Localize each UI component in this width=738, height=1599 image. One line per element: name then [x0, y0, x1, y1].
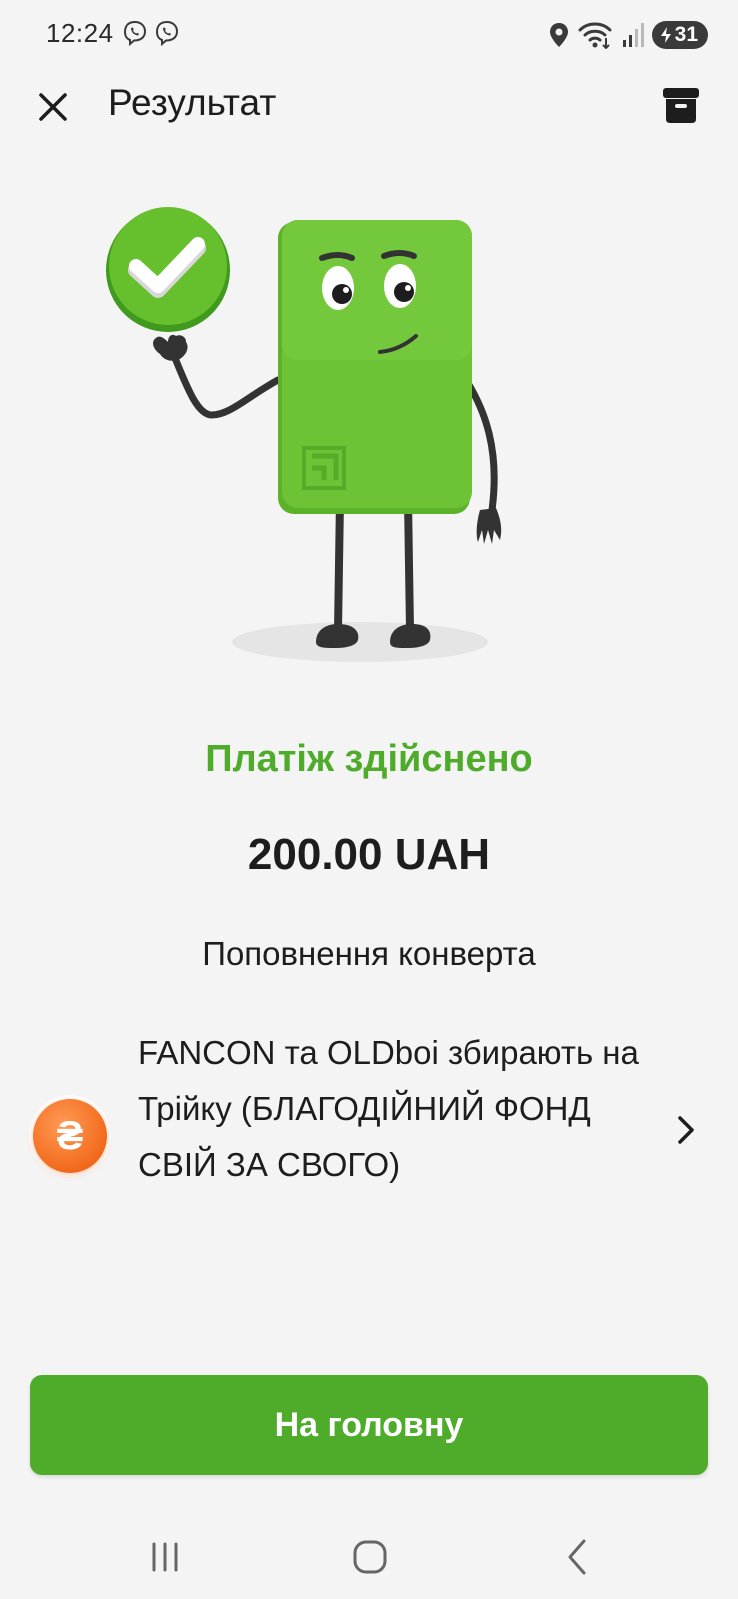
- payment-status: Платіж здійснено: [205, 738, 533, 780]
- battery-level: 31: [674, 23, 698, 46]
- archive-button[interactable]: [660, 84, 702, 126]
- status-time: 12:24: [46, 18, 114, 48]
- close-icon: [39, 93, 67, 121]
- hryvnia-icon: ₴: [33, 1099, 107, 1173]
- archive-icon: [663, 88, 699, 123]
- viber-icon: [155, 20, 179, 46]
- chevron-right-icon: [678, 1116, 694, 1144]
- status-bar: 12:24 31: [0, 0, 738, 70]
- system-nav-bar: [0, 1510, 738, 1599]
- recipient-name: FANCON та OLDboi збирають на Трійку (БЛА…: [138, 1034, 639, 1183]
- page-title: Результат: [108, 82, 277, 123]
- home-icon[interactable]: [340, 1532, 400, 1582]
- recipient-row[interactable]: ₴ FANCON та OLDboi збирають на Трійку (Б…: [30, 1025, 710, 1240]
- back-icon[interactable]: [548, 1532, 608, 1582]
- close-button[interactable]: [32, 86, 74, 128]
- status-icons: 31: [548, 18, 708, 52]
- avatar-symbol: ₴: [56, 1113, 84, 1158]
- viber-icon: [123, 20, 147, 46]
- success-illustration: [106, 207, 502, 662]
- operation-type: Поповнення конверта: [202, 935, 536, 972]
- app-header: Результат: [0, 70, 738, 144]
- wifi-icon: [578, 22, 612, 49]
- payment-amount: 200.00 UAH: [247, 830, 491, 879]
- recent-apps-icon[interactable]: [135, 1532, 195, 1582]
- location-icon: [549, 23, 568, 47]
- signal-icon: [622, 23, 644, 47]
- battery-icon: 31: [651, 21, 708, 49]
- go-home-button[interactable]: На головну: [30, 1375, 708, 1475]
